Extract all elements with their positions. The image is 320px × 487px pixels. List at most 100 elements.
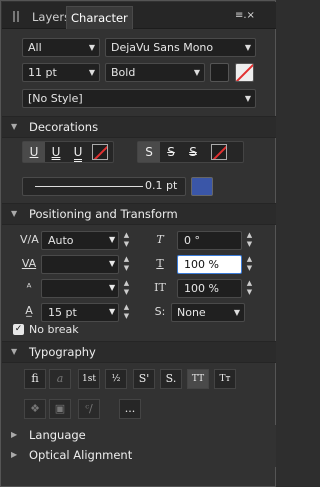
no-break-label: No break [29, 323, 79, 336]
collapse-arrow-icon: ▼ [11, 122, 18, 131]
section-positioning[interactable]: ▼ Positioning and Transform [2, 203, 276, 225]
font-family-dropdown[interactable]: DejaVu Sans Mono ▼ [105, 38, 256, 57]
underline-none-button[interactable] [89, 142, 111, 162]
chevron-down-icon: ▼ [88, 68, 95, 77]
strike-label: S [145, 145, 153, 159]
font-size-value: 11 pt [28, 66, 57, 79]
collapse-arrow-icon: ▼ [11, 347, 18, 356]
all-caps-button[interactable]: TT [187, 369, 209, 389]
script-dropdown[interactable]: None ▼ [171, 303, 245, 322]
tracking-field[interactable] [41, 255, 119, 274]
decoration-color-swatch[interactable] [191, 177, 213, 196]
ligature-icon: ᶜ/ [85, 402, 93, 415]
section-decorations[interactable]: ▼ Decorations [2, 116, 276, 138]
no-break-checkbox[interactable]: ✓ [13, 324, 24, 335]
ordinals-button[interactable]: 1st [78, 369, 100, 389]
strike-single-button[interactable]: S [160, 142, 182, 162]
expand-arrow-icon: ▶ [11, 430, 18, 439]
script-icon: S: [154, 305, 166, 318]
strike-off-button[interactable] [204, 142, 234, 162]
collapse-arrow-icon: ▼ [11, 209, 18, 218]
chevron-down-icon: ▼ [109, 307, 116, 316]
section-title: Optical Alignment [29, 448, 133, 462]
font-collection-value: All [28, 41, 42, 54]
vertical-scale-icon: T [156, 257, 164, 270]
font-size-dropdown[interactable]: 11 pt ▼ [22, 63, 100, 82]
shear-value: 0 ° [184, 234, 200, 247]
section-language[interactable]: ▶ Language [2, 425, 276, 447]
strike-double-button[interactable]: S [182, 142, 204, 162]
chevron-down-icon: ▼ [88, 43, 95, 52]
underline-group: U U U [22, 141, 114, 163]
no-color-icon [236, 64, 253, 81]
section-title: Decorations [29, 120, 99, 134]
no-decoration-icon [92, 144, 108, 160]
swash-button[interactable]: 𝑎 [49, 369, 71, 389]
contextual-alternates-button[interactable]: ▣ [49, 399, 71, 419]
line-weight-slider[interactable]: 0.1 pt [22, 177, 186, 196]
chevron-down-icon: ▼ [233, 308, 240, 317]
horizontal-scale-field[interactable]: 100 % [177, 279, 242, 298]
font-weight-dropdown[interactable]: Bold ▼ [105, 63, 205, 82]
text-style-dropdown[interactable]: [No Style] ▼ [22, 89, 256, 108]
section-optical-alignment[interactable]: ▶ Optical Alignment [2, 445, 276, 467]
leading-icon: A̲ [25, 304, 33, 317]
slider-track [35, 186, 143, 187]
highlight-color-swatch[interactable] [235, 63, 254, 82]
fractions-button[interactable]: ½ [105, 369, 127, 389]
baseline-field[interactable] [41, 279, 119, 298]
strike-label: S [167, 145, 175, 159]
tab-character[interactable]: Character [66, 6, 133, 29]
ligatures-button[interactable]: fi [24, 369, 46, 389]
horizontal-scale-stepper[interactable]: ▲ ▼ [245, 279, 254, 298]
tab-bar: Layers Character ≡.× [2, 2, 276, 29]
stylistic-alternates-button[interactable]: ❖ [24, 399, 46, 419]
line-weight-value: 0.1 pt [145, 179, 178, 192]
underline-label: U [73, 145, 83, 162]
vertical-scale-stepper[interactable]: ▲ ▼ [245, 255, 254, 274]
leading-value: 15 pt [48, 306, 77, 319]
chevron-down-icon: ▼ [109, 235, 116, 244]
font-weight-value: Bold [111, 66, 136, 79]
strike-none-style-button[interactable]: S [138, 142, 160, 162]
underline-single-button[interactable]: U [23, 142, 45, 162]
subscript-button[interactable]: S. [160, 369, 182, 389]
leading-stepper[interactable]: ▲ ▼ [122, 303, 131, 322]
kerning-field[interactable]: Auto [41, 231, 119, 250]
strike-label: S [189, 145, 197, 159]
section-title: Typography [29, 345, 96, 359]
more-typography-button[interactable]: ... [119, 399, 141, 419]
character-panel: Layers Character ≡.× All ▼ DejaVu Sans Mo… [0, 0, 276, 487]
chevron-down-icon: ▼ [244, 43, 251, 52]
shear-field[interactable]: 0 ° [177, 231, 242, 250]
underline-accounting-button[interactable]: U [67, 142, 89, 162]
underline-double-button[interactable]: U [45, 142, 67, 162]
alternates-icon: ▣ [54, 402, 66, 415]
discretionary-ligatures-button[interactable]: ᶜ/ [78, 399, 100, 419]
script-value: None [177, 306, 206, 319]
section-typography[interactable]: ▼ Typography [2, 341, 276, 363]
panel-grip-handle[interactable] [13, 11, 19, 22]
no-decoration-icon [211, 144, 227, 160]
leading-field[interactable]: 15 pt [41, 303, 119, 322]
alternates-icon: ❖ [30, 402, 40, 415]
baseline-stepper[interactable]: ▲ ▼ [122, 279, 131, 298]
shear-stepper[interactable]: ▲ ▼ [245, 231, 254, 250]
kerning-icon: V/A [20, 233, 39, 246]
panel-menu-icon[interactable]: ≡.× [235, 10, 255, 21]
text-style-value: [No Style] [28, 92, 83, 105]
superscript-button[interactable]: S' [133, 369, 155, 389]
horizontal-scale-value: 100 % [184, 282, 219, 295]
text-color-swatch[interactable] [210, 63, 229, 82]
font-collection-dropdown[interactable]: All ▼ [22, 38, 100, 57]
small-caps-button[interactable]: Tт [214, 369, 236, 389]
vertical-scale-field[interactable]: 100 % [177, 255, 242, 274]
chevron-down-icon: ▼ [109, 259, 116, 268]
kerning-value: Auto [48, 234, 74, 247]
kerning-stepper[interactable]: ▲ ▼ [122, 231, 131, 250]
tracking-stepper[interactable]: ▲ ▼ [122, 255, 131, 274]
chevron-down-icon: ▼ [244, 94, 251, 103]
horizontal-scale-icon: IT [154, 281, 166, 294]
section-title: Positioning and Transform [29, 207, 178, 221]
tracking-icon: VA [21, 257, 37, 270]
